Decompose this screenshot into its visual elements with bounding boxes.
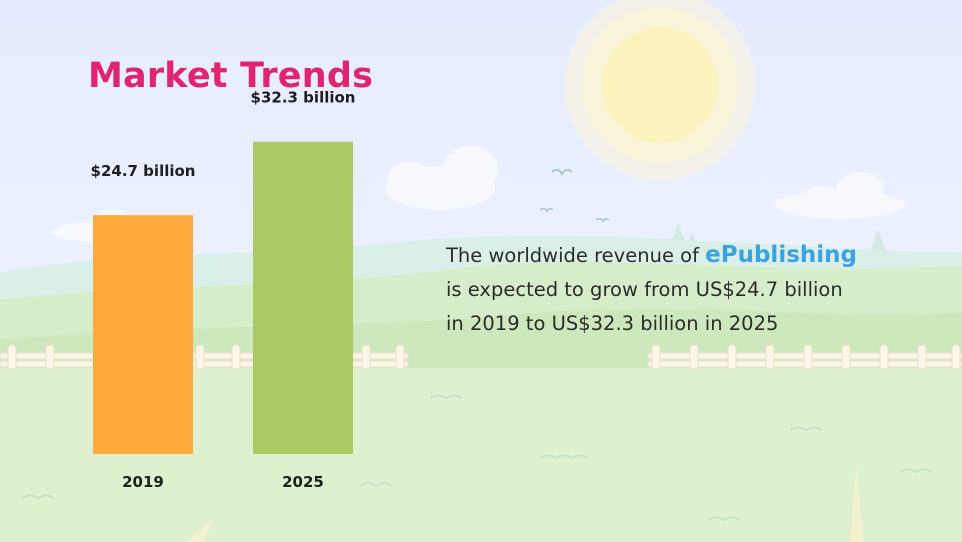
category-label-2025: 2025 <box>282 473 324 491</box>
epublishing-highlight: ePublishing <box>705 242 857 268</box>
market-trends-slide: Market Trends $24.7 billion 2019 $32.3 bil… <box>0 0 962 542</box>
description-line2: is expected to grow from US$24.7 billion <box>446 278 843 301</box>
bar-2025 <box>253 141 353 454</box>
description-line1: The worldwide revenue of <box>446 244 706 267</box>
bar-2019 <box>93 215 193 454</box>
value-label-2025: $32.3 billion <box>251 89 356 107</box>
value-label-2019: $24.7 billion <box>91 162 196 180</box>
revenue-description: The worldwide revenue of ePublishing is … <box>446 238 946 341</box>
category-label-2019: 2019 <box>122 473 164 491</box>
description-line3: in 2019 to US$32.3 billion in 2025 <box>446 312 779 335</box>
